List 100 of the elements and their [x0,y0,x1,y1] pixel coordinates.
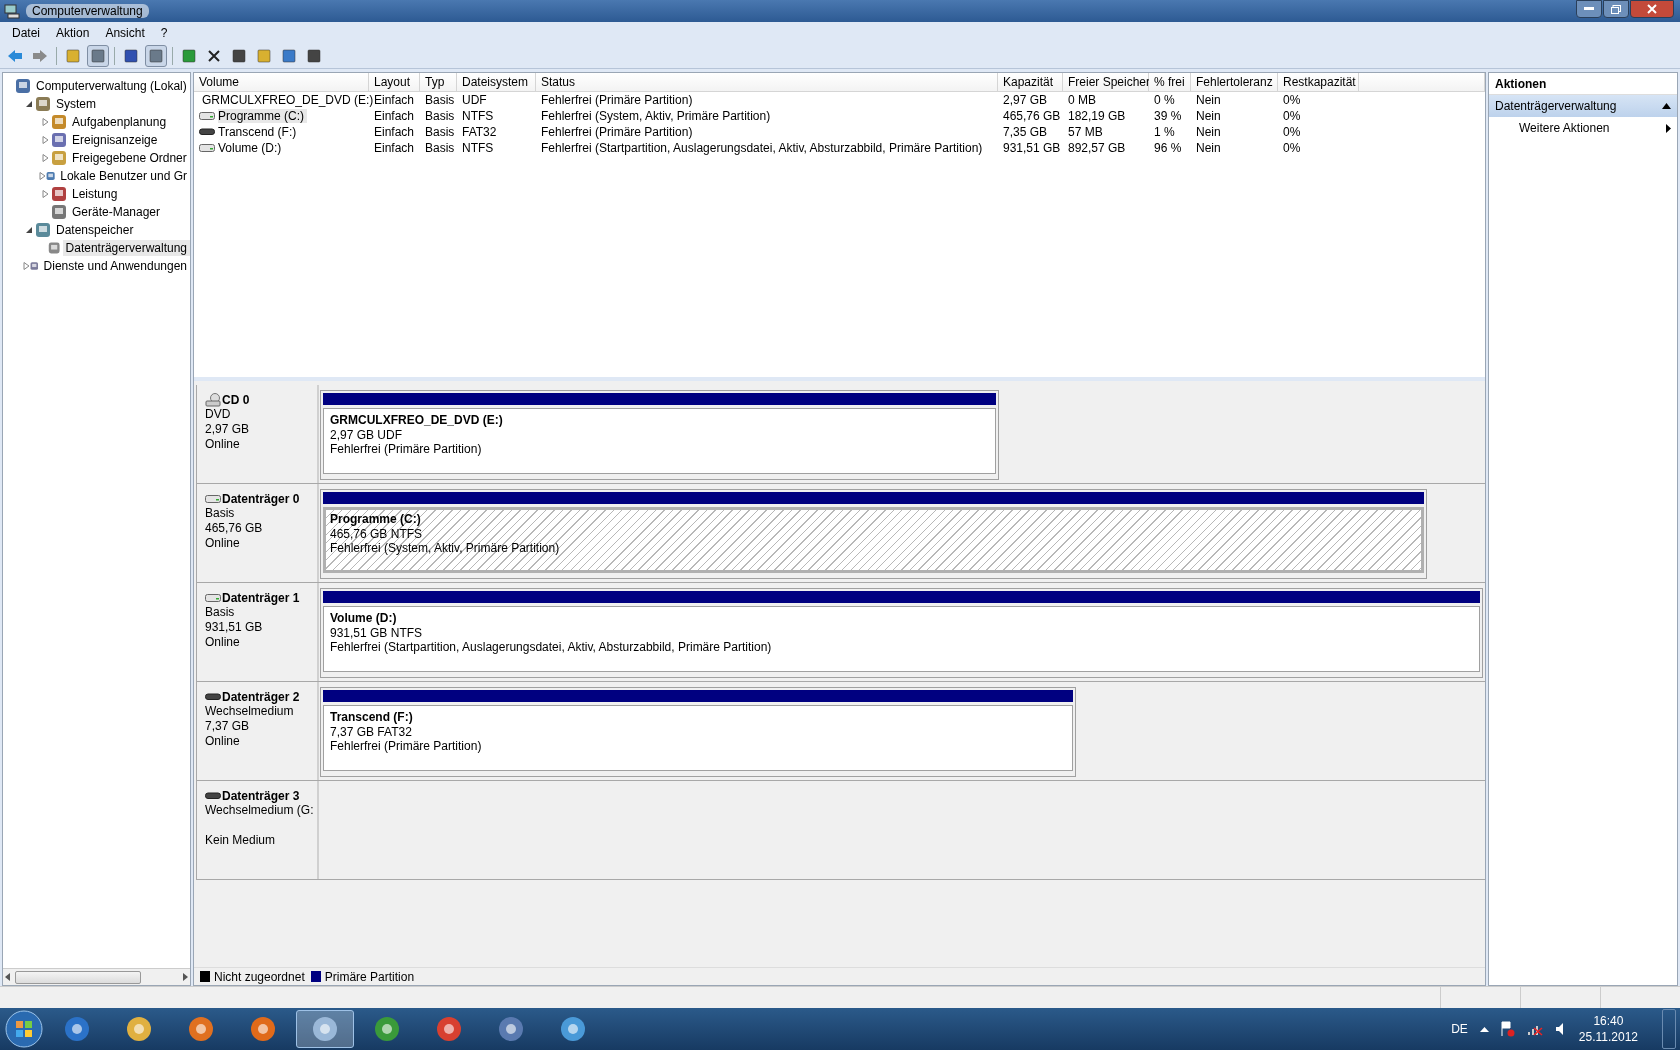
removable-drive-icon [205,693,221,701]
triangle-icon [1662,103,1671,109]
actions-section[interactable]: Datenträgerverwaltung [1489,95,1677,117]
tree-item[interactable]: Lokale Benutzer und Gr [57,168,190,184]
table-cell-text: Basis [425,125,456,139]
tree-item[interactable]: Aufgabenplanung [69,114,170,130]
table-cell[interactable]: Transcend (F:) [218,125,300,139]
table-cell-text: 2,97 GB [1003,93,1049,107]
table-cell-text: 0% [1283,109,1302,123]
restore-button[interactable] [1603,0,1629,18]
partition-body[interactable]: GRMCULXFREO_DE_DVD (E:) 2,97 GB UDF Fehlerfrei (Primäre Partition) [323,408,996,474]
menu-item[interactable]: Datei [4,25,48,40]
collapsed-arrow-icon[interactable] [41,190,49,198]
drive-icon [205,494,221,504]
language-indicator[interactable]: DE [1451,1022,1468,1036]
column-header[interactable]: Layout [369,73,420,92]
minimize-button[interactable] [1576,0,1602,18]
disk-label-panel[interactable]: Datenträger 3 Wechselmedium (G: Kein Medium [196,781,319,879]
tree-item[interactable]: Ereignisanzeige [69,132,161,148]
table-cell-text: Nein [1196,109,1222,123]
clock[interactable]: 16:40 25.11.2012 [1578,1013,1638,1045]
collapsed-arrow-icon[interactable] [41,118,49,126]
partition-title: Volume (D:) [330,611,397,626]
expanded-arrow-icon[interactable] [25,226,33,234]
disk-state: Kein Medium [205,833,276,848]
tree-item[interactable]: Geräte-Manager [69,204,164,220]
disk-info: Basis [205,506,235,521]
taskbar-button[interactable] [296,1010,354,1048]
column-header[interactable]: Dateisystem [457,73,536,92]
menu-item[interactable]: Ansicht [97,25,153,40]
partition-block[interactable]: Transcend (F:) 7,37 GB FAT32 Fehlerfrei (Primäre Partition) [320,687,1076,777]
close-icon [1647,4,1657,14]
partition-block[interactable]: Programme (C:) 465,76 GB NTFS Fehlerfrei (System, Aktiv, Primäre Partition) [320,489,1427,579]
flag-icon[interactable] [1500,1021,1515,1037]
right-caret-icon[interactable] [182,973,188,981]
removable-drive-icon [205,792,221,800]
partition-body[interactable]: Programme (C:) 465,76 GB NTFS Fehlerfrei (System, Aktiv, Primäre Partition) [323,507,1424,573]
table-cell-text: Fehlerfrei (System, Aktiv, Primäre Partition) [541,109,772,123]
table-cell-text: 57 MB [1068,125,1104,139]
drive-icon [199,143,215,153]
expanded-arrow-icon[interactable] [25,100,33,108]
tree-item[interactable]: Computerverwaltung (Lokal) [33,78,190,94]
partition-block[interactable]: GRMCULXFREO_DE_DVD (E:) 2,97 GB UDF Fehlerfrei (Primäre Partition) [320,390,999,480]
square-icon [181,47,197,64]
x-icon [206,47,222,64]
column-header[interactable]: Volume [194,73,369,92]
tree-item[interactable]: Dienste und Anwendungen [40,258,190,274]
table-cell-text: Fehlerfrei (Primäre Partition) [541,125,694,139]
square-icon [90,47,106,64]
column-header[interactable]: Freier Speicher [1063,73,1149,92]
show-desktop-button[interactable] [1662,1009,1676,1049]
partition-title: GRMCULXFREO_DE_DVD (E:) [330,413,503,428]
column-header[interactable]: Restkapazität [1278,73,1359,92]
square-icon [65,47,81,64]
column-header[interactable]: Status [536,73,998,92]
left-arrow-icon [7,47,23,64]
collapsed-arrow-icon[interactable] [23,262,30,270]
partition-body[interactable]: Volume (D:) 931,51 GB NTFS Fehlerfrei (Startpartition, Auslagerungsdatei, Aktiv, Absturzabbild, Primäre Partition) [323,606,1480,672]
close-button[interactable] [1630,0,1674,18]
collapsed-arrow-icon[interactable] [41,154,49,162]
column-header[interactable]: Fehlertoleranz [1191,73,1278,92]
disk-name: CD 0 [222,393,250,407]
disk-state: Online [205,635,240,650]
app-icon [249,1015,277,1043]
square-icon [148,47,164,64]
column-header[interactable]: Kapazität [998,73,1063,92]
horizontal-scrollbar[interactable] [3,968,190,985]
column-header[interactable]: % frei [1149,73,1191,92]
partition-status: Fehlerfrei (Primäre Partition) [330,442,482,456]
partition-title: Programme (C:) [330,512,421,527]
up-arrow-icon[interactable] [1479,1026,1489,1032]
disk-info: Basis [205,605,235,620]
table-cell[interactable]: Programme (C:) [218,109,307,123]
right-triangle-icon [1666,123,1671,133]
tree-item[interactable]: Leistung [69,186,121,202]
disk-name: Datenträger 2 [222,690,300,704]
collapsed-arrow-icon[interactable] [39,172,46,180]
tree-item[interactable]: Freigegebene Ordner [69,150,190,166]
partition-body[interactable]: Transcend (F:) 7,37 GB FAT32 Fehlerfrei (Primäre Partition) [323,705,1073,771]
partition-block[interactable]: Volume (D:) 931,51 GB NTFS Fehlerfrei (Startpartition, Auslagerungsdatei, Aktiv, Absturzabbild, Primäre Partition) [320,588,1483,678]
action-link[interactable]: Weitere Aktionen [1489,117,1677,139]
start-orb-icon[interactable] [4,1009,44,1049]
disk-info: Wechselmedium (G: [205,803,314,818]
disk-info: 465,76 GB [205,521,263,536]
menu-item[interactable]: ? [152,25,176,40]
tile-icon [35,96,51,112]
tree-item[interactable]: Datenträgerverwaltung [62,240,190,256]
collapsed-arrow-icon[interactable] [41,136,49,144]
table-cell[interactable]: Volume (D:) [218,141,285,155]
tree-item[interactable]: Datenspeicher [53,222,137,238]
restore-icon [1611,4,1621,14]
tree-item[interactable]: System [53,96,99,112]
left-caret-icon[interactable] [5,973,11,981]
column-header[interactable]: Typ [420,73,457,92]
cd-drive-icon [205,393,221,407]
table-cell-text: Basis [425,93,456,107]
menu-item[interactable]: Aktion [48,25,98,40]
square-icon [306,47,322,64]
table-cell-text: Nein [1196,141,1222,155]
table-cell-text: NTFS [462,141,495,155]
